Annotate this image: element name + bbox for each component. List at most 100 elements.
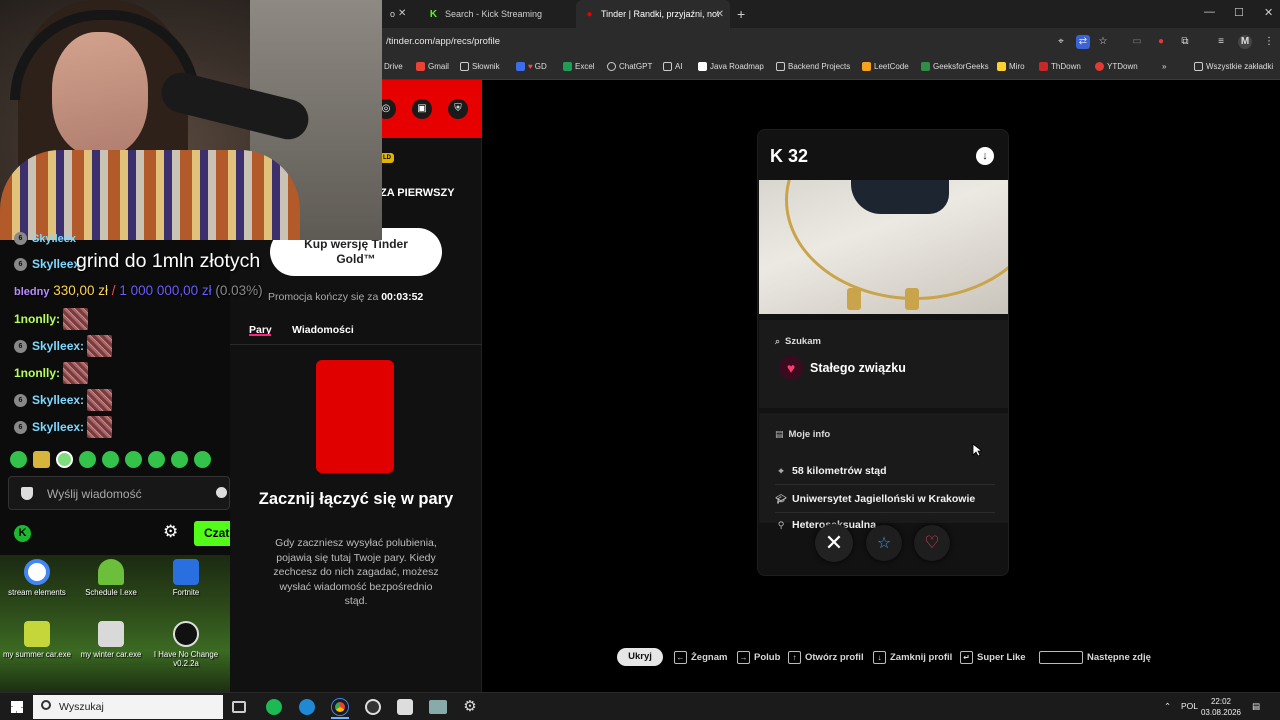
app-icon[interactable] (397, 699, 413, 715)
app-icon[interactable] (429, 700, 447, 714)
task-view-icon[interactable] (232, 701, 246, 713)
extension-icon[interactable]: ▭ (1130, 35, 1144, 49)
bookmark-star-icon[interactable]: ☆ (1096, 35, 1110, 49)
bookmark-drive[interactable]: Drive (384, 62, 403, 71)
windows-start-icon[interactable] (11, 701, 23, 713)
divider (230, 344, 482, 345)
bookmark-excel[interactable]: Excel (563, 62, 595, 71)
thdown-icon (1039, 62, 1048, 71)
emote-icon[interactable] (10, 451, 27, 468)
spotify-icon[interactable] (266, 699, 282, 715)
like-button[interactable]: ♡ (914, 525, 950, 561)
extensions-puzzle-icon[interactable]: ⧉ (1178, 35, 1192, 49)
desktop: stream elements Schedule I.exe Fortnite … (0, 555, 230, 692)
hide-hints-button[interactable]: Ukryj (617, 648, 663, 666)
my-info-section: ▤ Moje info ⌖ 58 kilometrów stąd 🎓︎ Uniw… (759, 413, 1008, 531)
clock[interactable]: 22:02 03.08.2026 (1198, 696, 1244, 718)
profile-card: K 32 ↓ ⌕ Szukam ♥ Stałego związku ▤ Moje… (757, 129, 1009, 576)
chrome-icon[interactable] (332, 699, 348, 715)
minimize-icon[interactable]: — (1204, 6, 1215, 18)
emote-icon (63, 308, 89, 330)
desktop-icon-fortnite[interactable]: Fortnite (149, 559, 223, 597)
chat-input[interactable]: Wyślij wiadomość (8, 476, 230, 510)
settings-gear-icon[interactable]: ⚙ (462, 699, 478, 715)
game-icon (98, 621, 124, 647)
url-field[interactable]: /tinder.com/app/recs/profile (386, 36, 500, 47)
bookmark-miro[interactable]: Miro (997, 62, 1025, 71)
chat-send-button[interactable]: Czat (194, 521, 230, 546)
emote-icon[interactable] (102, 451, 119, 468)
briefcase-icon[interactable]: ▣ (412, 99, 432, 119)
emote-icon[interactable] (148, 451, 165, 468)
location-pin-icon[interactable]: ⌖ (1054, 35, 1068, 49)
extension-icon[interactable]: ● (1154, 35, 1168, 49)
bookmark-gmail[interactable]: Gmail (416, 62, 449, 71)
gear-icon[interactable]: ⚙ (163, 522, 178, 542)
donation-goal-title: grind do 1mln złotych (76, 250, 261, 272)
bookmark-leetcode[interactable]: LeetCode (862, 62, 909, 71)
translate-icon[interactable]: ⇄ (1076, 35, 1090, 49)
my-info-heading: ▤ Moje info (775, 429, 831, 440)
bookmarks-overflow-icon[interactable]: » (1162, 62, 1166, 71)
edge-icon[interactable] (299, 699, 315, 715)
screen: o ✕ K Search - Kick Streaming ✕ ● Tinder… (0, 0, 1280, 720)
obs-icon[interactable] (365, 699, 381, 715)
tab-close-icon[interactable]: ✕ (398, 8, 406, 19)
bookmark-ai[interactable]: AI (663, 62, 683, 71)
desktop-icon-i-have-no-change[interactable]: I Have No Change v0.2.2a (149, 621, 223, 668)
emote-icon[interactable] (194, 451, 211, 468)
notifications-icon[interactable]: ▤ (1252, 701, 1260, 712)
tab-close-icon[interactable]: ✕ (716, 9, 724, 20)
bookmarks-bar: Drive Gmail Słownik ♥ GD Excel ChatGPT AI… (382, 56, 1280, 80)
hint-nope: ← Żegnam (674, 651, 727, 664)
bookmark-chatgpt[interactable]: ChatGPT (607, 62, 652, 71)
emote-icon[interactable] (125, 451, 142, 468)
tab-kick-label: Search - Kick Streaming (445, 9, 543, 19)
desktop-icon-stream-elements[interactable]: stream elements (0, 559, 74, 597)
shield-icon[interactable]: ⛨ (448, 99, 468, 119)
window-close-icon[interactable]: ✕ (1264, 6, 1273, 19)
tab-kick[interactable]: K Search - Kick Streaming ✕ (420, 0, 598, 28)
emote-icon[interactable] (171, 451, 188, 468)
super-like-button[interactable]: ☆ (866, 525, 902, 561)
desktop-icon-my-summer-car[interactable]: my summer car.exe (0, 621, 74, 659)
chat-input-placeholder: Wyślij wiadomość (47, 487, 142, 501)
search-icon (41, 700, 51, 710)
maximize-icon[interactable]: ☐ (1234, 6, 1244, 19)
bookmark-gd[interactable]: ♥ GD (516, 62, 547, 71)
collapse-profile-icon[interactable]: ↓ (976, 147, 994, 165)
emoji-icon[interactable] (216, 487, 227, 498)
bookmark-backend-projects[interactable]: Backend Projects (776, 62, 850, 71)
bookmark-thdown[interactable]: ThDown (1039, 62, 1081, 71)
hint-super-like: ↵ Super Like (960, 651, 1026, 664)
close-icon: ✕ (824, 530, 844, 555)
menu-kebab-icon[interactable]: ⋮ (1262, 35, 1276, 49)
emote-icon (87, 389, 113, 411)
bookmark-slownik[interactable]: Słownik (460, 62, 500, 71)
profile-photo[interactable] (759, 180, 1008, 314)
bookmark-ytdown[interactable]: YTDown (1095, 62, 1138, 71)
language-indicator[interactable]: POL (1181, 701, 1198, 711)
bookmark-all[interactable]: Wszystkie zakładki (1194, 62, 1273, 71)
fortnite-icon (173, 559, 199, 585)
bookmark-geeksforgeeks[interactable]: GeeksforGeeks (921, 62, 989, 71)
desktop-icon-my-winter-car[interactable]: my winter car.exe (74, 621, 148, 659)
new-tab-icon[interactable]: + (737, 6, 745, 22)
tab-wiadomosci[interactable]: Wiadomości (292, 324, 354, 336)
tab-tinder[interactable]: ● Tinder | Randki, przyjaźni, nowe ✕ (576, 0, 730, 28)
profile-avatar[interactable]: M (1238, 35, 1252, 49)
tray-chevron-icon[interactable]: ⌃ (1164, 701, 1171, 712)
kick-logo-icon[interactable]: K (14, 525, 31, 542)
chat-message: 6 Skylleex (14, 257, 80, 271)
reading-list-icon[interactable]: ≡ (1214, 35, 1228, 49)
emote-icon[interactable] (33, 451, 50, 468)
emote-icon (63, 362, 89, 384)
desktop-icon-schedule-i[interactable]: Schedule I.exe (74, 559, 148, 597)
emote-icon[interactable] (79, 451, 96, 468)
bookmark-java-roadmap[interactable]: Java Roadmap (698, 62, 764, 71)
nope-button[interactable]: ✕ (815, 524, 853, 562)
taskbar-search[interactable]: Wyszukaj (33, 695, 223, 719)
emote-icon[interactable] (56, 451, 73, 468)
kick-favicon-icon: K (429, 8, 438, 20)
info-distance: ⌖ 58 kilometrów stąd (775, 465, 886, 477)
